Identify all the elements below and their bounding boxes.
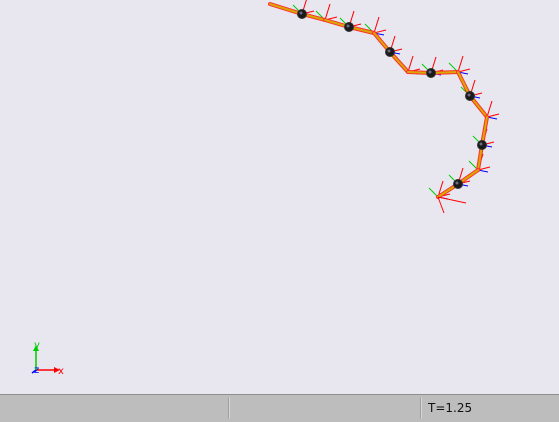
frame-x-tick [324,3,331,21]
frame-x-tick [407,55,414,73]
frame-x-tick [373,16,380,34]
status-divider [228,398,230,418]
kinematic-chain [268,0,500,214]
frame-x-tick [486,100,493,118]
joint-highlight [346,24,350,28]
scene-canvas[interactable] [0,0,559,394]
axes-gizmo: x y z [31,340,64,377]
time-readout: T=1.25 [428,401,473,415]
status-bar: T=1.25 [0,394,559,422]
joint-highlight [299,11,303,15]
frame-x-tick [457,55,464,73]
end-effector-x-tick [437,196,467,204]
status-divider [420,398,422,418]
y-axis-label: y [34,340,40,351]
joint-highlight [479,142,483,146]
end-effector-x-tick [437,196,445,214]
x-axis-label: x [58,366,64,377]
3d-viewport[interactable]: x y z [0,0,559,394]
joint-highlight [428,70,432,74]
joint-highlight [455,181,459,185]
z-axis-label: z [34,365,39,376]
joint-highlight [467,93,471,97]
app-window: x y z T=1.25 [0,0,559,422]
joint-highlight [387,49,391,53]
